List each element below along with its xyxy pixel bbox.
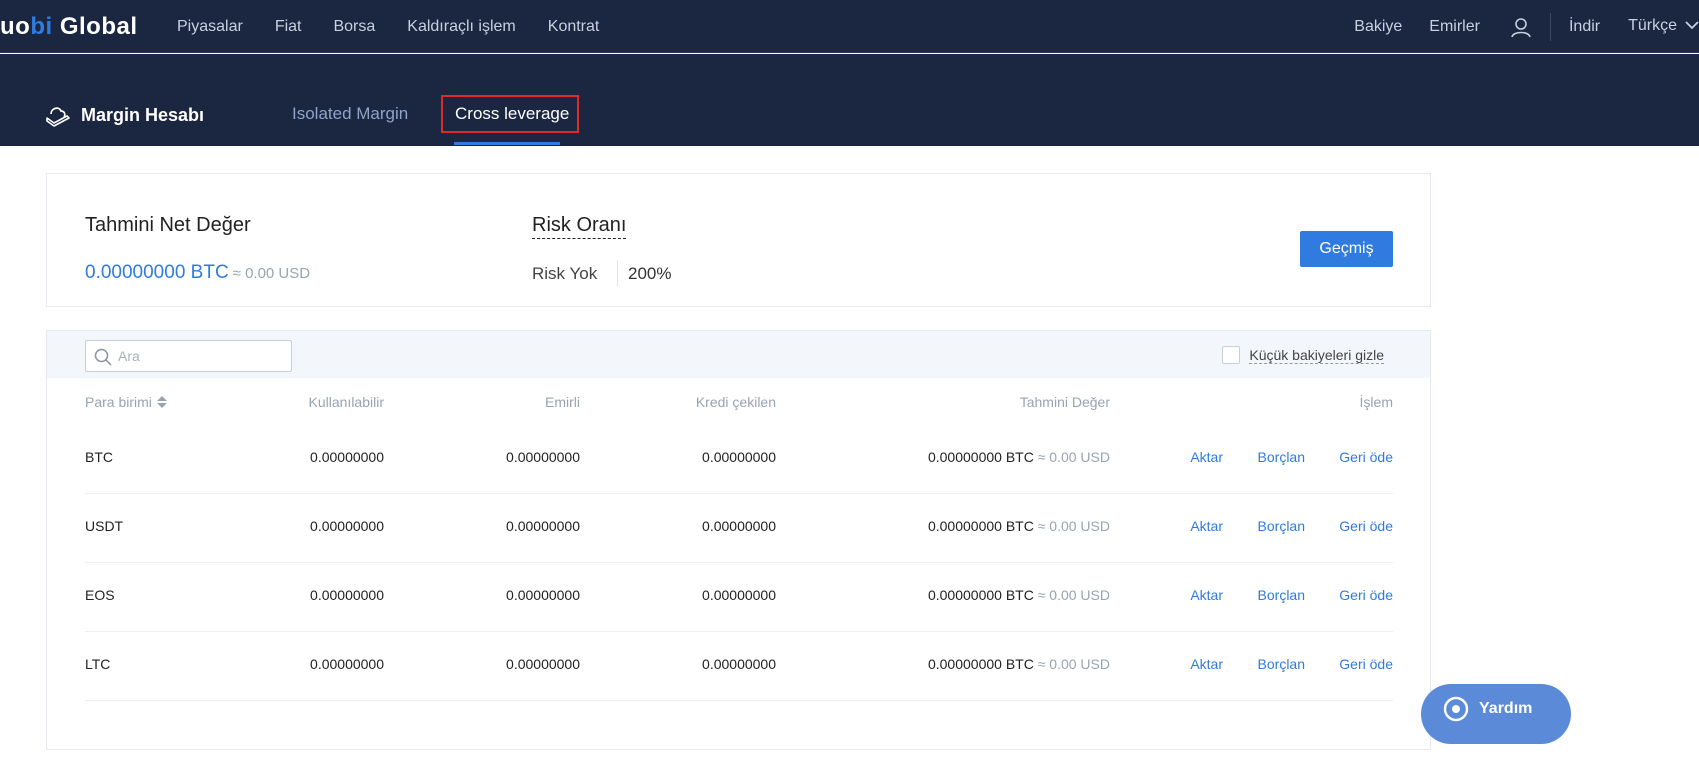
- row-est-usd: ≈ 0.00 USD: [1037, 518, 1110, 534]
- repay-link[interactable]: Geri öde: [1339, 587, 1393, 603]
- repay-link[interactable]: Geri öde: [1339, 449, 1393, 465]
- history-button[interactable]: Geçmiş: [1300, 231, 1393, 267]
- nav-margin-trading[interactable]: Kaldıraçlı işlem: [407, 18, 515, 36]
- top-navbar: uobi Global Piyasalar Fiat Borsa Kaldıra…: [0, 0, 1699, 53]
- search-icon: [94, 348, 112, 366]
- user-nav: Bakiye Emirler İndir Türkçe: [1354, 0, 1699, 53]
- row-estimated-value: 0.00000000 BTC ≈ 0.00 USD: [928, 449, 1110, 465]
- row-est-btc: 0.00000000 BTC: [927, 587, 1034, 603]
- chevron-down-icon: [1685, 17, 1699, 35]
- row-available: 0.00000000: [310, 449, 384, 465]
- row-est-btc: 0.00000000 BTC: [927, 518, 1034, 534]
- row-in-orders: 0.00000000: [506, 449, 580, 465]
- column-header-available: Kullanılabilir: [308, 394, 384, 410]
- net-value-usd: ≈ 0.00 USD: [232, 265, 311, 282]
- risk-divider: [617, 260, 618, 286]
- language-selector[interactable]: Türkçe: [1628, 17, 1699, 35]
- nav-exchange[interactable]: Borsa: [333, 18, 375, 36]
- row-available: 0.00000000: [310, 518, 384, 534]
- row-borrowed: 0.00000000: [702, 656, 776, 672]
- borrow-link[interactable]: Borçlan: [1258, 449, 1305, 465]
- transfer-link[interactable]: Aktar: [1190, 518, 1223, 534]
- search-box[interactable]: [85, 340, 292, 372]
- risk-ratio-value: 200%: [628, 264, 672, 283]
- transfer-link[interactable]: Aktar: [1190, 449, 1223, 465]
- transfer-link[interactable]: Aktar: [1190, 656, 1223, 672]
- nav-download[interactable]: İndir: [1569, 18, 1600, 36]
- column-header-actions: İşlem: [1359, 394, 1393, 410]
- borrow-link[interactable]: Borçlan: [1258, 656, 1305, 672]
- row-estimated-value: 0.00000000 BTC ≈ 0.00 USD: [928, 587, 1110, 603]
- row-in-orders: 0.00000000: [506, 518, 580, 534]
- balances-table-panel: Küçük bakiyeleri gizle Para birimi Kulla…: [46, 330, 1431, 750]
- column-header-currency[interactable]: Para birimi: [85, 394, 168, 412]
- row-est-usd: ≈ 0.00 USD: [1037, 587, 1110, 603]
- help-icon: [1443, 696, 1469, 722]
- logo-suffix: Global: [52, 13, 138, 40]
- row-currency: EOS: [85, 587, 115, 603]
- row-estimated-value: 0.00000000 BTC ≈ 0.00 USD: [928, 656, 1110, 672]
- margin-account-icon: [46, 104, 70, 128]
- help-button[interactable]: Yardım: [1421, 684, 1571, 744]
- logo-highlight: bi: [30, 13, 53, 40]
- net-value: 0.00000000 BTC ≈ 0.00 USD: [85, 262, 310, 284]
- account-summary-card: Tahmini Net Değer 0.00000000 BTC ≈ 0.00 U…: [46, 173, 1431, 307]
- active-tab-indicator: [454, 142, 560, 145]
- logo[interactable]: uobi Global: [0, 13, 138, 41]
- account-title: Margin Hesabı: [81, 105, 205, 125]
- nav-divider: [1549, 12, 1551, 41]
- row-available: 0.00000000: [310, 656, 384, 672]
- row-est-btc: 0.00000000 BTC: [927, 449, 1034, 465]
- risk-status: Risk Yok: [532, 264, 598, 283]
- nav-balance[interactable]: Bakiye: [1354, 18, 1402, 36]
- nav-fiat[interactable]: Fiat: [275, 18, 302, 36]
- main-nav: Piyasalar Fiat Borsa Kaldıraçlı işlem Ko…: [177, 0, 631, 53]
- hide-small-checkbox[interactable]: [1222, 346, 1241, 364]
- column-header-estimated-value: Tahmini Değer: [1019, 394, 1110, 410]
- row-in-orders: 0.00000000: [506, 587, 580, 603]
- transfer-link[interactable]: Aktar: [1190, 587, 1223, 603]
- table-row: EOS 0.00000000 0.00000000 0.00000000 0.0…: [85, 563, 1393, 632]
- row-estimated-value: 0.00000000 BTC ≈ 0.00 USD: [928, 518, 1110, 534]
- row-currency: USDT: [85, 518, 124, 534]
- row-borrowed: 0.00000000: [702, 518, 776, 534]
- table-row: LTC 0.00000000 0.00000000 0.00000000 0.0…: [85, 632, 1393, 701]
- row-in-orders: 0.00000000: [506, 656, 580, 672]
- table-row: BTC 0.00000000 0.00000000 0.00000000 0.0…: [85, 425, 1393, 494]
- nav-orders[interactable]: Emirler: [1429, 18, 1480, 36]
- row-borrowed: 0.00000000: [702, 587, 776, 603]
- row-currency: LTC: [85, 656, 111, 672]
- risk-ratio-label[interactable]: Risk Oranı: [532, 214, 627, 239]
- column-header-in-orders: Emirli: [545, 394, 580, 410]
- table-toolbar: Küçük bakiyeleri gizle: [47, 331, 1430, 378]
- row-est-btc: 0.00000000 BTC: [927, 656, 1034, 672]
- row-est-usd: ≈ 0.00 USD: [1037, 449, 1110, 465]
- hide-small-balances[interactable]: Küçük bakiyeleri gizle: [1222, 346, 1384, 364]
- net-value-btc: 0.00000000 BTC: [85, 262, 229, 283]
- nav-markets[interactable]: Piyasalar: [177, 18, 243, 36]
- column-header-borrowed: Kredi çekilen: [695, 394, 776, 410]
- nav-contract[interactable]: Kontrat: [548, 18, 600, 36]
- repay-link[interactable]: Geri öde: [1339, 518, 1393, 534]
- borrow-link[interactable]: Borçlan: [1258, 587, 1305, 603]
- row-borrowed: 0.00000000: [702, 449, 776, 465]
- tab-isolated-margin[interactable]: Isolated Margin: [292, 104, 408, 124]
- column-currency-label: Para birimi: [85, 394, 152, 410]
- search-input[interactable]: [118, 341, 288, 371]
- user-icon[interactable]: [1510, 16, 1532, 38]
- sort-icon: [156, 395, 168, 412]
- account-header: Margin Hesabı Isolated Margin Cross leve…: [0, 54, 1699, 146]
- highlight-box: [441, 95, 579, 133]
- borrow-link[interactable]: Borçlan: [1258, 518, 1305, 534]
- net-value-label: Tahmini Net Değer: [85, 214, 251, 236]
- row-est-usd: ≈ 0.00 USD: [1037, 656, 1110, 672]
- logo-prefix: uo: [0, 13, 31, 40]
- help-label: Yardım: [1479, 700, 1533, 717]
- row-currency: BTC: [85, 449, 113, 465]
- hide-small-label: Küçük bakiyeleri gizle: [1249, 346, 1384, 364]
- row-available: 0.00000000: [310, 587, 384, 603]
- repay-link[interactable]: Geri öde: [1339, 656, 1393, 672]
- table-row: USDT 0.00000000 0.00000000 0.00000000 0.…: [85, 494, 1393, 563]
- language-label: Türkçe: [1628, 17, 1677, 35]
